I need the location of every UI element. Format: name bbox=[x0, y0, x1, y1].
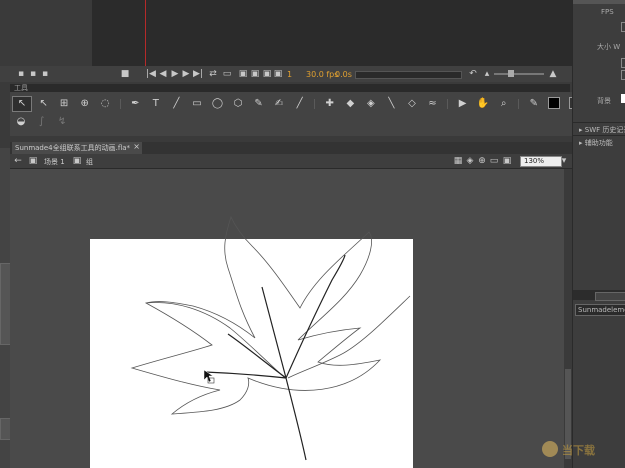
watermark-logo-icon bbox=[542, 441, 558, 457]
leaf-vein-left bbox=[227, 333, 287, 379]
watermark-text: 当下载 bbox=[562, 444, 595, 457]
leaf-vein-right bbox=[285, 254, 346, 379]
leaf-drawing[interactable] bbox=[0, 0, 625, 468]
leaf-stem bbox=[261, 286, 307, 461]
leaf-outline bbox=[130, 215, 382, 415]
leaf-vein-bottom bbox=[204, 371, 287, 379]
watermark: 当下载 bbox=[540, 435, 615, 463]
leaf-lobe-right bbox=[287, 295, 411, 379]
